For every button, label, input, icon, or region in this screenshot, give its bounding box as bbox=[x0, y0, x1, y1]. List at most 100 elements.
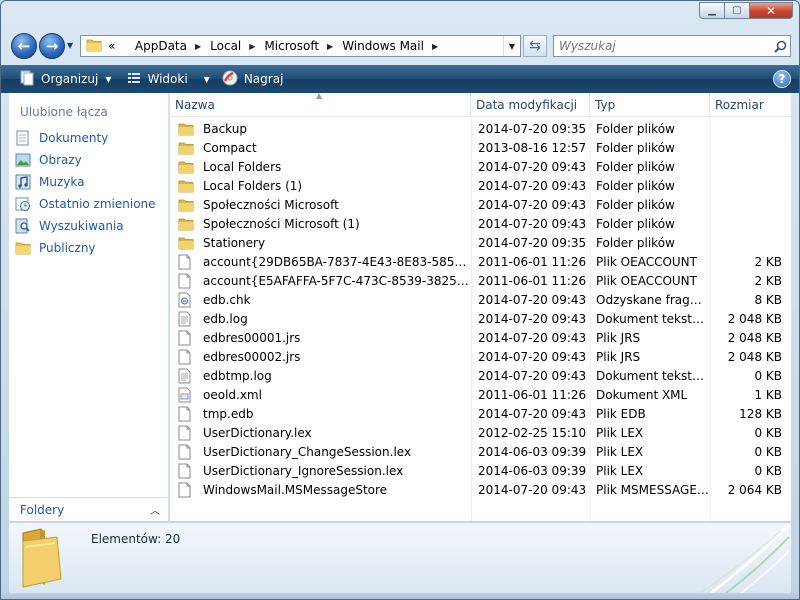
file-date: 2014-07-20 09:43 bbox=[478, 216, 587, 231]
item-count: Elementów: 20 bbox=[91, 532, 181, 546]
file-name: edb.chk bbox=[203, 292, 251, 307]
details-pane: Elementów: 20 bbox=[9, 523, 791, 593]
file-row[interactable]: Społeczności Microsoft (1) 2014-07-20 09:… bbox=[170, 214, 791, 233]
refresh-button[interactable]: ⇆ bbox=[523, 35, 547, 57]
views-button[interactable]: Widoki ▼ bbox=[121, 65, 215, 93]
file-icon bbox=[178, 406, 194, 422]
file-type: Folder plików bbox=[596, 216, 675, 231]
file-row[interactable]: WindowsMail.MSMessageStore 2014-07-20 09:… bbox=[170, 480, 791, 499]
file-name: edbres00002.jrs bbox=[203, 349, 301, 364]
explorer-window: ▁ ▢ ✕ ← → ▼ « AppData ▶ Local ▶ Microsoft ▶… bbox=[0, 0, 800, 600]
column-header-size[interactable]: Rozmiar bbox=[710, 93, 791, 116]
forward-button[interactable]: → bbox=[39, 33, 65, 59]
favorite-link-recent[interactable]: Ostatnio zmienione bbox=[15, 193, 156, 215]
file-name-cell: tmp.edb bbox=[170, 406, 471, 422]
documents-icon bbox=[15, 130, 31, 146]
file-row[interactable]: edbtmp.log 2014-07-20 09:43 Dokument tekst… bbox=[170, 366, 791, 385]
file-row[interactable]: tmp.edb 2014-07-20 09:43 Plik EDB 128 KB bbox=[170, 404, 791, 423]
file-row[interactable]: edb.log 2014-07-20 09:43 Dokument tekstowy… bbox=[170, 309, 791, 328]
file-row[interactable]: Compact 2013-08-16 12:57 Folder plików bbox=[170, 138, 791, 157]
window-bottom-border bbox=[1, 593, 799, 599]
file-name: Społeczności Microsoft bbox=[203, 197, 339, 212]
search-input[interactable] bbox=[554, 38, 770, 54]
burn-button[interactable]: Nagraj bbox=[216, 65, 290, 93]
file-name: Stationery bbox=[203, 235, 266, 250]
breadcrumb-windows-mail[interactable]: Windows Mail ▶ bbox=[342, 39, 447, 53]
favorite-links-list: Dokumenty Obrazy Muzyka Ostatnio zmienio… bbox=[15, 127, 156, 259]
folders-toggle[interactable]: Foldery ︿ bbox=[9, 497, 168, 521]
file-type: Plik MSMESSAGES... bbox=[596, 482, 710, 497]
file-name-cell: Społeczności Microsoft (1) bbox=[170, 216, 471, 232]
recent-pages-dropdown[interactable]: ▼ bbox=[67, 41, 73, 50]
search-icon[interactable] bbox=[770, 40, 790, 53]
file-date: 2014-07-20 09:43 bbox=[478, 482, 587, 497]
file-row[interactable]: UserDictionary.lex 2012-02-25 15:10 Plik L… bbox=[170, 423, 791, 442]
address-bar[interactable]: « AppData ▶ Local ▶ Microsoft ▶ Windows Mai… bbox=[80, 35, 521, 57]
organize-button[interactable]: Organizuj ▼ bbox=[13, 65, 117, 93]
file-name-cell: UserDictionary_IgnoreSession.lex bbox=[170, 463, 471, 479]
file-date: 2011-06-01 11:26 bbox=[478, 254, 587, 269]
file-name-cell: edbres00002.jrs bbox=[170, 349, 471, 365]
file-name: Społeczności Microsoft (1) bbox=[203, 216, 360, 231]
file-date: 2014-07-20 09:43 bbox=[478, 311, 587, 326]
file-list: ▲ Nazwa Data modyfikacji Typ Rozmiar Bac… bbox=[170, 91, 791, 521]
back-button[interactable]: ← bbox=[11, 33, 37, 59]
file-size: 0 KB bbox=[754, 444, 782, 459]
file-icon bbox=[178, 482, 194, 498]
folder-large-icon bbox=[15, 527, 69, 592]
file-name: UserDictionary_ChangeSession.lex bbox=[203, 444, 412, 459]
file-row[interactable]: edb.chk 2014-07-20 09:43 Odzyskane fragm..… bbox=[170, 290, 791, 309]
file-row[interactable]: Stationery 2014-07-20 09:35 Folder plików bbox=[170, 233, 791, 252]
favorite-link-searches[interactable]: Wyszukiwania bbox=[15, 215, 156, 237]
file-row[interactable]: Backup 2014-07-20 09:35 Folder plików bbox=[170, 119, 791, 138]
file-date: 2014-07-20 09:43 bbox=[478, 406, 587, 421]
file-name-cell: edb.chk bbox=[170, 292, 471, 308]
file-name-cell: Stationery bbox=[170, 235, 471, 251]
maximize-button[interactable]: ▢ bbox=[724, 2, 750, 19]
help-button[interactable]: ? bbox=[773, 70, 791, 88]
text-file-icon bbox=[178, 311, 194, 327]
file-date: 2014-07-20 09:43 bbox=[478, 178, 587, 193]
favorite-link-documents[interactable]: Dokumenty bbox=[15, 127, 156, 149]
file-row[interactable]: edbres00001.jrs 2014-07-20 09:43 Plik JRS 2… bbox=[170, 328, 791, 347]
column-header-date[interactable]: Data modyfikacji bbox=[471, 93, 590, 116]
file-icon bbox=[178, 463, 194, 479]
address-dropdown-button[interactable]: ▼ bbox=[503, 36, 520, 56]
close-button[interactable]: ✕ bbox=[749, 2, 793, 19]
favorite-link-pictures[interactable]: Obrazy bbox=[15, 149, 156, 171]
file-row[interactable]: account{29DB65BA-7837-4E43-8E83-585A6152… bbox=[170, 252, 791, 271]
file-icon bbox=[178, 273, 194, 289]
search-box[interactable] bbox=[553, 35, 791, 57]
breadcrumb-local[interactable]: Local ▶ bbox=[210, 39, 264, 53]
file-size: 2 048 KB bbox=[727, 349, 782, 364]
folder-icon bbox=[178, 235, 194, 251]
file-name: edb.log bbox=[203, 311, 248, 326]
file-size: 2 KB bbox=[754, 254, 782, 269]
minimize-button[interactable]: ▁ bbox=[699, 2, 725, 19]
sort-ascending-icon: ▲ bbox=[316, 91, 323, 100]
decorative-swoosh bbox=[700, 523, 791, 593]
file-row[interactable]: oeold.xml 2011-06-01 11:26 Dokument XML 1 K… bbox=[170, 385, 791, 404]
file-row[interactable]: account{E5AFAFFA-5F7C-473C-8539-38254E10… bbox=[170, 271, 791, 290]
column-header-type[interactable]: Typ bbox=[590, 93, 710, 116]
favorite-link-public[interactable]: Publiczny bbox=[15, 237, 156, 259]
file-row[interactable]: Local Folders (1) 2014-07-20 09:43 Folder … bbox=[170, 176, 791, 195]
breadcrumb-overflow[interactable]: « bbox=[108, 39, 135, 53]
breadcrumb-appdata[interactable]: AppData ▶ bbox=[135, 39, 210, 53]
column-header-name[interactable]: ▲ Nazwa bbox=[170, 91, 471, 116]
file-name-cell: edbtmp.log bbox=[170, 368, 471, 384]
file-name: account{29DB65BA-7837-4E43-8E83-585A6152… bbox=[203, 254, 471, 269]
folder-icon bbox=[86, 38, 102, 55]
file-date: 2014-07-20 09:43 bbox=[478, 197, 587, 212]
file-row[interactable]: UserDictionary_ChangeSession.lex 2014-06-… bbox=[170, 442, 791, 461]
file-row[interactable]: UserDictionary_IgnoreSession.lex 2014-06-… bbox=[170, 461, 791, 480]
file-row[interactable]: edbres00002.jrs 2014-07-20 09:43 Plik JRS 2… bbox=[170, 347, 791, 366]
favorite-link-music[interactable]: Muzyka bbox=[15, 171, 156, 193]
file-row[interactable]: Local Folders 2014-07-20 09:43 Folder plik… bbox=[170, 157, 791, 176]
file-row[interactable]: Społeczności Microsoft 2014-07-20 09:43 Fo… bbox=[170, 195, 791, 214]
file-name-cell: Backup bbox=[170, 121, 471, 137]
file-date: 2014-07-20 09:43 bbox=[478, 349, 587, 364]
checkpoint-file-icon bbox=[178, 292, 194, 308]
breadcrumb-microsoft[interactable]: Microsoft ▶ bbox=[264, 39, 342, 53]
file-type: Dokument XML bbox=[596, 387, 688, 402]
